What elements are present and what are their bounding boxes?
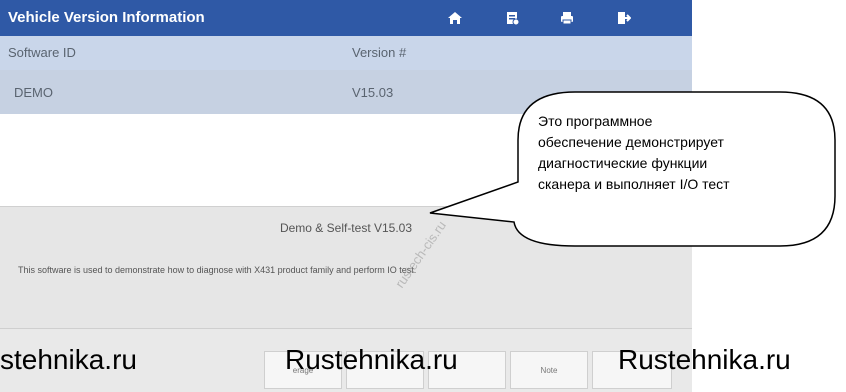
page-title: Vehicle Version Information: [8, 9, 205, 26]
exit-icon[interactable]: [611, 6, 635, 30]
watermark-right: Rustehnika.ru: [618, 344, 791, 375]
note-button[interactable]: Note: [510, 351, 588, 389]
description-text: This software is used to demonstrate how…: [18, 265, 417, 275]
report-icon[interactable]: [500, 6, 524, 30]
column-software-id: Software ID: [8, 45, 76, 60]
table-row[interactable]: DEMO V15.03: [0, 70, 692, 114]
callout-line: сканера и выполняет I/O тест: [538, 176, 730, 192]
callout-line: обеспечение демонстрирует: [538, 134, 724, 150]
watermark-middle: Rustehnika.ru: [285, 344, 458, 375]
title-bar: Vehicle Version Information: [0, 0, 692, 36]
column-version: Version #: [352, 45, 407, 60]
watermark-left: stehnika.ru: [0, 344, 137, 375]
print-icon[interactable]: [555, 6, 579, 30]
callout-line: Это программное: [538, 113, 653, 129]
vehicle-version-screen: Vehicle Version Information Software ID …: [0, 0, 692, 392]
callout-line: диагностические функции: [538, 155, 708, 171]
home-icon[interactable]: [443, 6, 467, 30]
table-header: Software ID Version #: [0, 36, 692, 70]
cell-version: V15.03: [352, 85, 394, 100]
description-title: Demo & Self-test V15.03: [279, 221, 413, 235]
callout-text: Это программное обеспечение демонстрируе…: [538, 111, 808, 195]
description-panel: Demo & Self-test V15.03 This software is…: [0, 206, 692, 329]
cell-software-id: DEMO: [14, 85, 53, 100]
